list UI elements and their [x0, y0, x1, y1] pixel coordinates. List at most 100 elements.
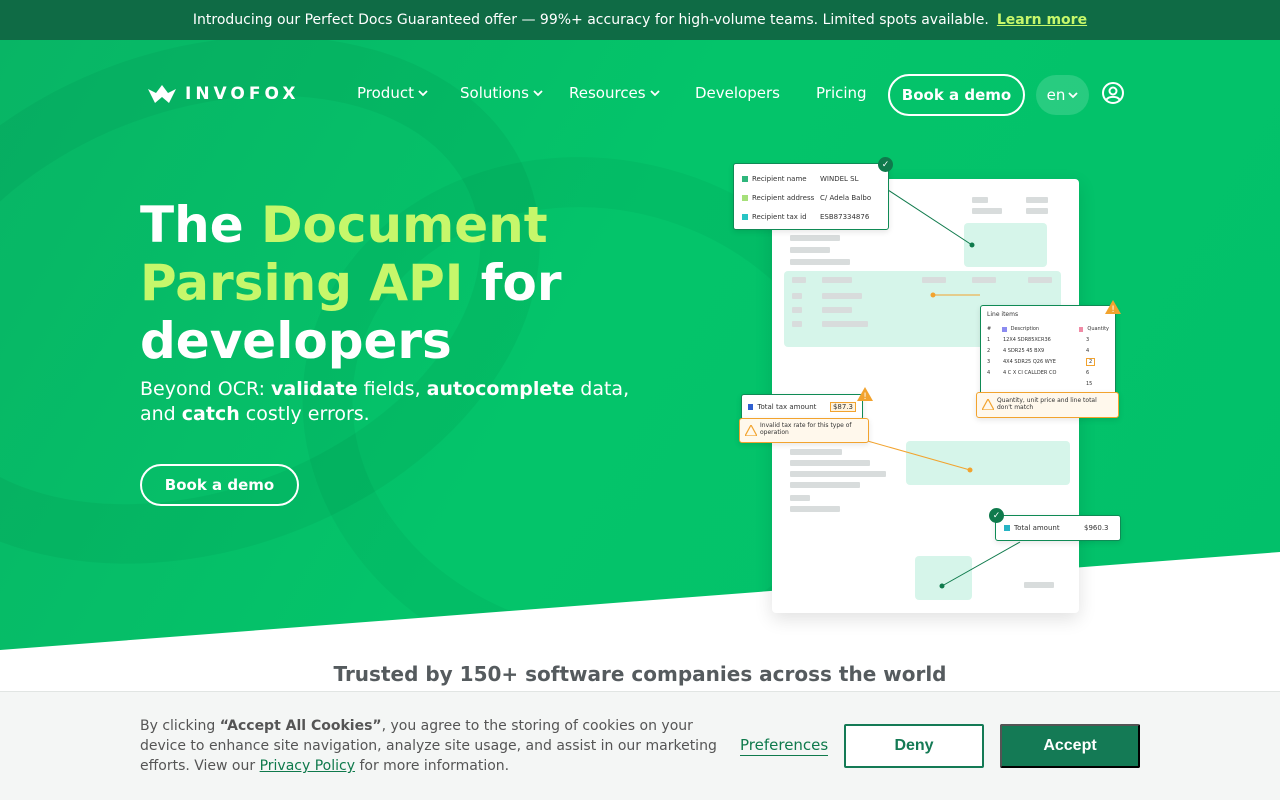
checkmark-icon: ✓ [878, 157, 893, 172]
chevron-down-icon [533, 90, 543, 97]
nav-item-product[interactable]: Product [357, 84, 428, 102]
nav-item-pricing[interactable]: Pricing [816, 84, 867, 102]
nav-item-label: Developers [695, 84, 780, 102]
recipient-card: Recipient name WINDEL SL Recipient addre… [733, 163, 889, 230]
cookie-text-bold: “Accept All Cookies” [219, 718, 382, 734]
recipient-row: Recipient tax id ESB87334876 [742, 207, 880, 226]
announcement-bar: Introducing our Perfect Docs Guaranteed … [0, 0, 1280, 40]
nav-item-label: Pricing [816, 84, 867, 102]
line-item-row: 15 [987, 378, 1109, 389]
line-items-header: # Description Quantity [987, 324, 1109, 334]
color-swatch [742, 194, 748, 201]
cookie-banner: By clicking “Accept All Cookies”, you ag… [0, 691, 1280, 800]
tax-card: Total tax amount $87.3 [741, 394, 863, 420]
user-account-icon[interactable] [1101, 81, 1125, 105]
tax-row: Total tax amount $87.3 [748, 395, 856, 419]
chevron-down-icon [1068, 92, 1079, 99]
line-items-card: Line items # Description Quantity 1 12X4… [980, 305, 1116, 395]
cookie-text-part: By clicking [140, 718, 220, 734]
brand-name: INVOFOX [185, 84, 300, 104]
warning-text: Quantity, unit price and line total don'… [997, 397, 1097, 411]
field-label: Recipient address [752, 193, 815, 202]
cell: 4 [1086, 347, 1090, 354]
cell: 6 [1086, 369, 1090, 376]
chevron-down-icon [418, 90, 428, 97]
color-swatch [742, 213, 748, 220]
document-parsing-illustration: Recipient name WINDEL SL Recipient addre… [730, 150, 1130, 620]
accept-cookies-button[interactable]: Accept [1000, 724, 1140, 768]
cookie-text: By clicking “Accept All Cookies”, you ag… [140, 716, 720, 776]
field-value: C/ Adela Balbo [820, 193, 872, 202]
svg-text:!: ! [1111, 305, 1115, 314]
cell: 3 [987, 358, 991, 365]
warning-icon [982, 399, 994, 410]
sub-bold: validate [271, 378, 358, 400]
col-header: # [987, 326, 992, 332]
warning-icon [745, 425, 757, 436]
nav-item-developers[interactable]: Developers [695, 84, 780, 102]
cell: 4 SDR25 45 BX9 [1003, 347, 1045, 354]
line-items-warning: Quantity, unit price and line total don'… [976, 392, 1119, 418]
cell: 4 [987, 369, 991, 376]
cookie-preferences-link[interactable]: Preferences [740, 736, 829, 756]
tax-warning: Invalid tax rate for this type of operat… [739, 418, 869, 443]
color-swatch [1002, 326, 1007, 332]
field-value: $960.3 [1084, 524, 1109, 532]
field-label: Recipient tax id [752, 212, 807, 221]
hero-headline: The Document Parsing API for developers [140, 196, 700, 370]
color-swatch [742, 175, 748, 182]
sub-text: costly errors. [239, 403, 370, 425]
cell: 4X4 SDR25 Q26 WYE [1003, 358, 1056, 365]
field-label: Total amount [1014, 524, 1060, 532]
cell-flagged: 2 [1086, 357, 1096, 366]
cookie-text-part: for more information. [355, 758, 510, 774]
sub-text: Beyond OCR: [140, 378, 272, 400]
col-header: Description [1010, 326, 1040, 332]
total-card: Total amount $960.3 [995, 515, 1121, 541]
cell: 2 [987, 347, 991, 354]
field-value: WINDEL SL [820, 174, 859, 183]
warning-icon: ! [1105, 300, 1121, 314]
chevron-down-icon [649, 90, 660, 97]
cell: 4 C X CI CALLDER CO [1003, 369, 1057, 376]
field-value: ESB87334876 [820, 212, 870, 221]
color-swatch [748, 404, 754, 410]
book-demo-hero-button[interactable]: Book a demo [140, 464, 299, 506]
field-value-flagged: $87.3 [829, 402, 856, 412]
learn-more-link[interactable]: Learn more [997, 12, 1087, 28]
brand-logo[interactable]: INVOFOX [147, 83, 299, 105]
color-swatch [1078, 326, 1084, 332]
recipient-row: Recipient address C/ Adela Balbo [742, 188, 880, 207]
deny-cookies-button[interactable]: Deny [844, 724, 984, 768]
hero-subheadline: Beyond OCR: validate fields, autocomplet… [140, 377, 660, 427]
svg-text:!: ! [863, 392, 867, 401]
book-demo-nav-button[interactable]: Book a demo [888, 74, 1025, 116]
language-selector[interactable]: en [1036, 75, 1089, 115]
trusted-by-heading: Trusted by 150+ software companies acros… [333, 662, 947, 686]
line-item-row: 4 4 C X CI CALLDER CO 6 [987, 367, 1109, 378]
fox-logo-icon [148, 85, 176, 103]
cell: 15 [1086, 380, 1093, 387]
field-label: Recipient name [752, 174, 807, 183]
line-item-row: 2 4 SDR25 45 BX9 4 [987, 345, 1109, 356]
language-label: en [1046, 86, 1066, 104]
announcement-text: Introducing our Perfect Docs Guaranteed … [192, 12, 989, 28]
cell: 12X4 SDR85XCR36 [1003, 336, 1051, 343]
col-header: Quantity [1087, 326, 1109, 332]
nav-item-label: Product [357, 84, 414, 102]
nav-item-solutions[interactable]: Solutions [460, 84, 543, 102]
cell: 3 [1086, 336, 1090, 343]
sub-text: fields, [357, 378, 427, 400]
checkmark-icon: ✓ [989, 508, 1004, 523]
warning-text: Invalid tax rate for this type of operat… [760, 422, 852, 436]
line-items-title: Line items [987, 311, 1019, 318]
sub-bold: catch [181, 403, 240, 425]
nav-item-resources[interactable]: Resources [569, 84, 660, 102]
nav-item-label: Resources [569, 84, 646, 102]
sub-bold: autocomplete [426, 378, 575, 400]
color-swatch [1004, 525, 1010, 531]
recipient-row: Recipient name WINDEL SL [742, 169, 880, 188]
headline-part: The [140, 196, 262, 254]
line-item-row: 3 4X4 SDR25 Q26 WYE 2 [987, 356, 1109, 367]
privacy-policy-link[interactable]: Privacy Policy [260, 758, 355, 774]
